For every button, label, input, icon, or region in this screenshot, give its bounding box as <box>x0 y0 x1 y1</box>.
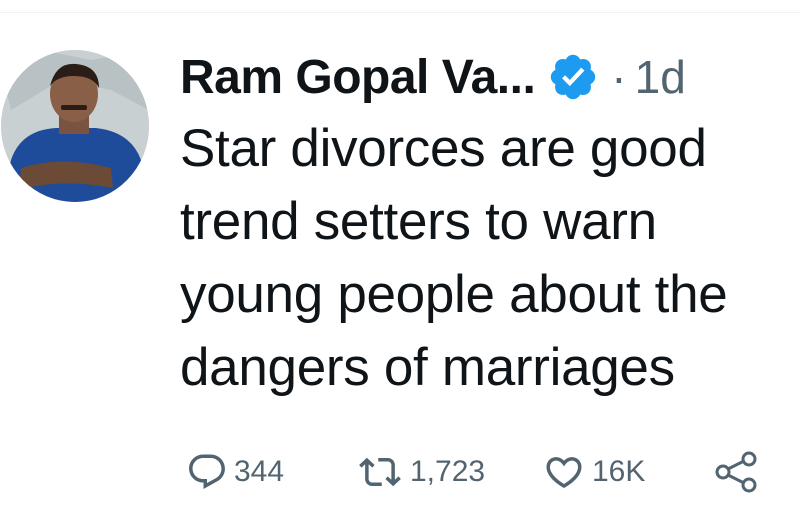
tweet-text: Star divorces are good trend setters to … <box>180 119 728 397</box>
verified-badge-icon <box>547 51 599 103</box>
retweet-count: 1,723 <box>410 455 486 488</box>
tweet-header: Ram Gopal Va... · 1d <box>180 44 686 110</box>
action-bar: 344 1,723 16K <box>186 448 758 496</box>
author-name[interactable]: Ram Gopal Va... <box>180 50 536 105</box>
top-divider <box>0 12 800 13</box>
time-label: 1d <box>634 51 686 103</box>
reply-button[interactable]: 344 <box>186 451 356 493</box>
like-button[interactable]: 16K <box>542 451 714 493</box>
separator-dot: · <box>611 51 627 103</box>
like-count: 16K <box>592 455 646 488</box>
reply-icon <box>186 451 228 493</box>
timestamp[interactable]: · 1d <box>611 50 686 104</box>
retweet-icon <box>356 451 404 493</box>
reply-count: 344 <box>234 455 285 488</box>
heart-icon <box>542 451 586 493</box>
retweet-button[interactable]: 1,723 <box>356 451 542 493</box>
share-icon <box>714 450 758 494</box>
avatar[interactable] <box>1 50 149 202</box>
share-button[interactable] <box>714 450 758 494</box>
